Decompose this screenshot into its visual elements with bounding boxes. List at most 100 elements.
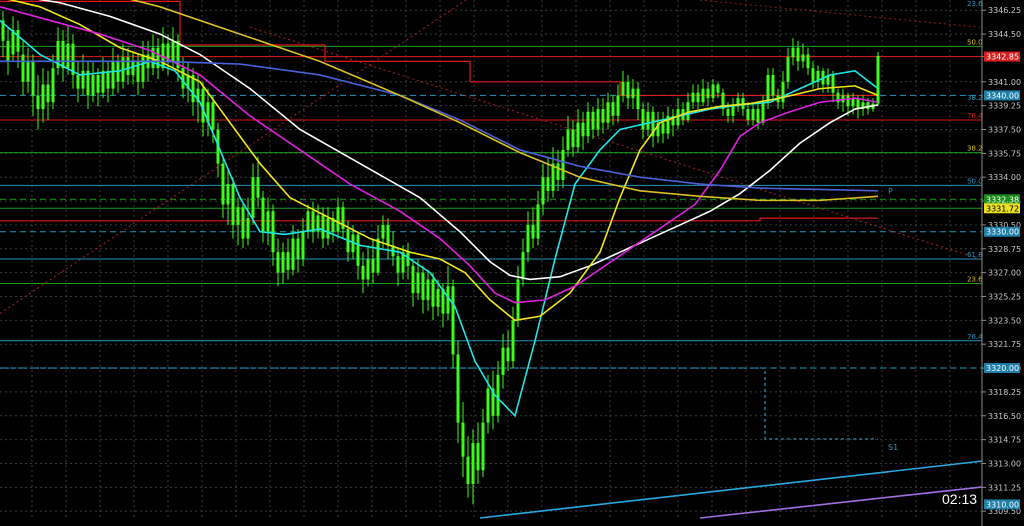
candle-body bbox=[356, 234, 360, 266]
candle-body bbox=[126, 57, 130, 75]
candle-body bbox=[546, 177, 550, 191]
axis-tick-label: 3337.50 bbox=[988, 126, 1021, 135]
candle-body bbox=[771, 74, 775, 96]
axis-tick-label: 3321.75 bbox=[988, 340, 1021, 349]
candle-body bbox=[576, 122, 580, 148]
candle-body bbox=[221, 163, 225, 205]
axis-tick-label: 3346.25 bbox=[988, 6, 1021, 15]
candle-body bbox=[81, 70, 85, 89]
candle-body bbox=[106, 70, 110, 89]
candle-body bbox=[591, 111, 595, 130]
candle-body bbox=[426, 279, 430, 300]
candle-body bbox=[271, 211, 275, 253]
candle-body bbox=[261, 197, 265, 232]
axis-tick-label: 3323.50 bbox=[988, 316, 1021, 325]
candle-body bbox=[796, 47, 800, 62]
candle-body bbox=[36, 95, 40, 110]
candle-body bbox=[26, 61, 30, 82]
candle-body bbox=[226, 184, 230, 205]
candle-body bbox=[266, 211, 270, 232]
candle-body bbox=[236, 207, 240, 225]
candle-body bbox=[386, 224, 390, 246]
candle-body bbox=[581, 122, 585, 137]
price-badge-label: 3330.00 bbox=[986, 228, 1019, 237]
chart-window[interactable]: 23.6 50.0 38.2 76.4 38.2 50.0 61.8 23.6 76.4 P S1… bbox=[0, 0, 1024, 526]
candle-body bbox=[636, 88, 640, 110]
candle-body bbox=[756, 109, 760, 123]
candle-body bbox=[806, 54, 810, 69]
candle-body bbox=[141, 54, 145, 82]
axis-tick-label: 3327.00 bbox=[988, 269, 1021, 278]
candle-body bbox=[561, 149, 565, 180]
candle-body bbox=[641, 109, 645, 130]
candle-body bbox=[686, 102, 690, 120]
candle-body bbox=[16, 29, 20, 52]
candle-body bbox=[726, 109, 730, 116]
axis-tick-label: 3311.25 bbox=[988, 483, 1021, 492]
candle-body bbox=[586, 111, 590, 137]
trendline bbox=[699, 0, 981, 28]
candle-body bbox=[486, 388, 490, 423]
candle-body bbox=[566, 129, 570, 150]
candle-body bbox=[211, 102, 215, 130]
candle-body bbox=[91, 74, 95, 96]
price-chart[interactable]: 23.6 50.0 38.2 76.4 38.2 50.0 61.8 23.6 76.4 P S1… bbox=[0, 0, 1024, 526]
candle-body bbox=[556, 163, 560, 180]
candle-body bbox=[506, 347, 510, 362]
candle-body bbox=[431, 279, 435, 307]
pivot-label: P bbox=[888, 187, 893, 196]
candle-body bbox=[111, 61, 115, 89]
candle-body bbox=[416, 272, 420, 294]
candle-body bbox=[711, 84, 715, 99]
candle-body bbox=[451, 286, 455, 355]
candle-body bbox=[761, 102, 765, 123]
candle-body bbox=[691, 92, 695, 103]
price-badge-label: 3332.38 bbox=[986, 195, 1019, 204]
fib-label: 38.2 bbox=[967, 145, 983, 153]
fib-label: 76.4 bbox=[967, 333, 983, 341]
candle-body bbox=[291, 238, 295, 270]
candle-body bbox=[786, 57, 790, 82]
axis-tick-label: 3313.00 bbox=[988, 459, 1021, 468]
candle-body bbox=[31, 61, 35, 96]
candle-body bbox=[171, 40, 175, 62]
candle-body bbox=[801, 54, 805, 62]
candle-body bbox=[701, 88, 705, 103]
axis-tick-label: 3339.25 bbox=[988, 102, 1021, 111]
candle-body bbox=[526, 224, 530, 253]
candle-body bbox=[131, 61, 135, 75]
candle-body bbox=[231, 184, 235, 225]
candle-body bbox=[336, 207, 340, 232]
candle-body bbox=[781, 81, 785, 103]
candle-body bbox=[541, 177, 545, 205]
candle-body bbox=[276, 252, 280, 273]
fib-label: 50.0 bbox=[967, 38, 983, 46]
candle-body bbox=[251, 177, 255, 219]
candle-body bbox=[856, 98, 860, 110]
candle-body bbox=[66, 43, 70, 69]
axis-tick-label: 3344.50 bbox=[988, 30, 1021, 39]
fib-label: 76.4 bbox=[967, 112, 983, 120]
candle-body bbox=[366, 259, 370, 280]
candle-body bbox=[476, 443, 480, 471]
price-badge-label: 3331.72 bbox=[986, 204, 1019, 213]
candle-body bbox=[371, 259, 375, 273]
candle-body bbox=[456, 354, 460, 423]
candle-body bbox=[596, 109, 600, 130]
candle-body bbox=[766, 74, 770, 103]
candle-body bbox=[751, 109, 755, 120]
candle-body bbox=[481, 422, 485, 471]
price-badge-label: 3342.85 bbox=[986, 53, 1019, 62]
candle-body bbox=[286, 252, 290, 270]
candle-body bbox=[611, 102, 615, 116]
candle-body bbox=[246, 218, 250, 239]
candle-body bbox=[321, 215, 325, 239]
candle-body bbox=[76, 74, 80, 89]
axis-tick-label: 3314.75 bbox=[988, 436, 1021, 445]
axis-tick-label: 3316.50 bbox=[988, 412, 1021, 421]
candle-body bbox=[866, 102, 870, 110]
candle-body bbox=[281, 252, 285, 273]
price-axis: 3346.25 3344.50 3342.85 3341.00 3339.25 3337.… bbox=[981, 0, 1024, 526]
candle-body bbox=[716, 84, 720, 93]
candle-body bbox=[301, 231, 305, 259]
